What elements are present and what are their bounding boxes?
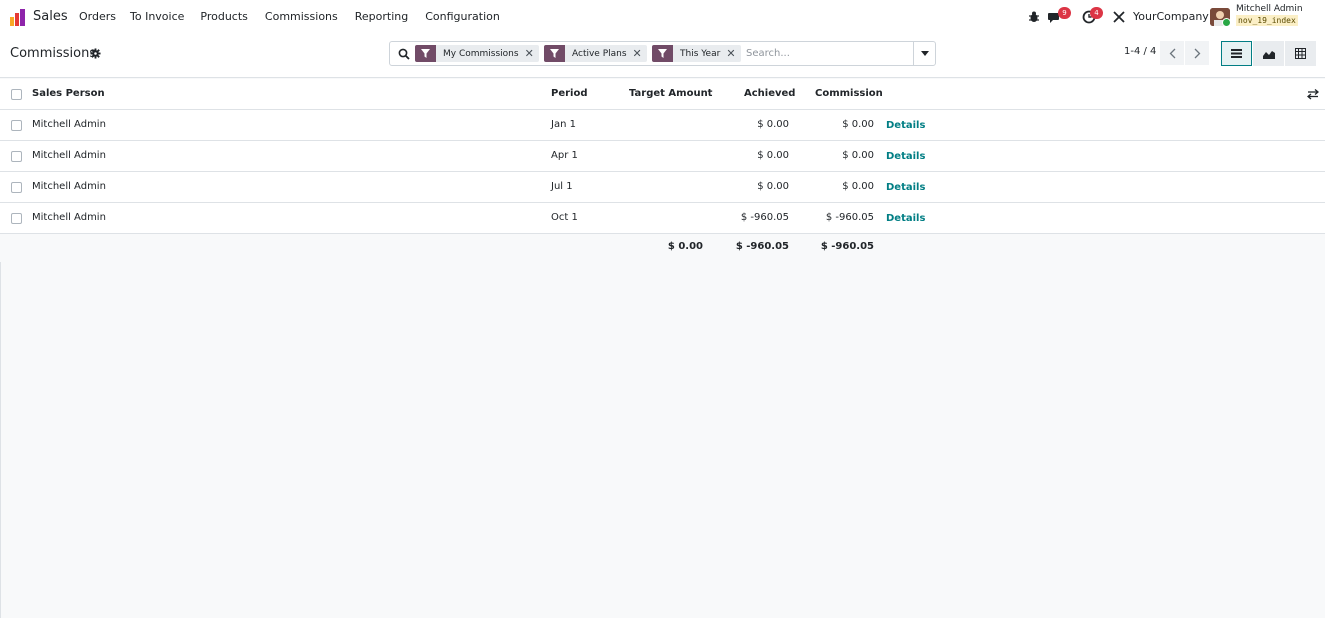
filter-icon: [544, 45, 565, 62]
activities-badge: 4: [1090, 7, 1103, 19]
table-totals-row: $ 0.00 $ -960.05 $ -960.05: [0, 234, 1325, 261]
cell-period: Jul 1: [551, 181, 573, 192]
cell-sales-person: Mitchell Admin: [32, 212, 106, 223]
main-menu: Orders To Invoice Products Commissions R…: [79, 10, 500, 23]
cell-achieved: $ 0.00: [757, 150, 789, 161]
cell-commission: $ 0.00: [842, 119, 874, 130]
column-header-sales-person[interactable]: Sales Person: [32, 88, 105, 99]
company-switcher[interactable]: YourCompany: [1133, 10, 1209, 23]
facet-remove-icon[interactable]: ✕: [525, 47, 539, 60]
list-icon: [1231, 49, 1242, 58]
facet-my-commissions: My Commissions ✕: [415, 45, 539, 62]
chevron-right-icon: [1194, 48, 1200, 58]
facet-label: My Commissions: [443, 48, 519, 59]
pager-previous-button[interactable]: [1160, 41, 1184, 65]
cell-achieved: $ 0.00: [757, 181, 789, 192]
page-title: Commissions: [10, 46, 97, 61]
facet-label: This Year: [680, 48, 721, 59]
facet-this-year: This Year ✕: [652, 45, 741, 62]
database-name: nov_19_index: [1236, 15, 1298, 26]
top-navbar: Sales Orders To Invoice Products Commiss…: [0, 0, 1325, 34]
pivot-view-button[interactable]: [1285, 41, 1316, 66]
user-name[interactable]: Mitchell Admin: [1236, 4, 1303, 14]
graph-view-button[interactable]: [1253, 41, 1284, 66]
column-header-commission[interactable]: Commission: [815, 88, 883, 99]
cell-achieved: $ 0.00: [757, 119, 789, 130]
optional-columns-icon[interactable]: [1307, 88, 1319, 100]
details-link[interactable]: Details: [886, 120, 925, 131]
facet-active-plans: Active Plans ✕: [544, 45, 647, 62]
messages-badge: 9: [1058, 7, 1071, 19]
app-name[interactable]: Sales: [33, 9, 68, 24]
column-header-achieved[interactable]: Achieved: [744, 88, 795, 99]
menu-configuration[interactable]: Configuration: [425, 10, 500, 23]
menu-commissions[interactable]: Commissions: [265, 10, 338, 23]
cell-achieved: $ -960.05: [740, 212, 789, 223]
total-achieved: $ -960.05: [735, 241, 789, 252]
tools-icon[interactable]: [1112, 10, 1126, 24]
filter-icon: [652, 45, 673, 62]
column-header-target-amount[interactable]: Target Amount: [629, 88, 712, 99]
select-all-checkbox[interactable]: [11, 89, 22, 100]
list-view-button[interactable]: [1221, 41, 1252, 66]
content-border: [0, 262, 1, 618]
row-checkbox[interactable]: [11, 213, 22, 224]
cell-commission: $ 0.00: [842, 181, 874, 192]
table-row[interactable]: Mitchell Admin Jul 1 $ 0.00 $ 0.00 Detai…: [0, 172, 1325, 203]
sales-app-icon[interactable]: [10, 9, 27, 26]
table-row[interactable]: Mitchell Admin Oct 1 $ -960.05 $ -960.05…: [0, 203, 1325, 234]
cell-commission: $ -960.05: [825, 212, 874, 223]
table-header: Sales Person Period Target Amount Achiev…: [0, 79, 1325, 110]
cell-period: Oct 1: [551, 212, 578, 223]
menu-orders[interactable]: Orders: [79, 10, 116, 23]
cell-sales-person: Mitchell Admin: [32, 150, 106, 161]
menu-products[interactable]: Products: [200, 10, 248, 23]
facet-label: Active Plans: [572, 48, 627, 59]
menu-to-invoice[interactable]: To Invoice: [130, 10, 184, 23]
details-link[interactable]: Details: [886, 151, 925, 162]
total-target-amount: $ 0.00: [667, 241, 703, 252]
cell-period: Apr 1: [551, 150, 578, 161]
control-panel: Commissions My Commissions ✕ Active Plan…: [0, 34, 1325, 78]
online-status-indicator: [1222, 18, 1231, 27]
details-link[interactable]: Details: [886, 182, 925, 193]
cell-sales-person: Mitchell Admin: [32, 119, 106, 130]
chevron-left-icon: [1169, 48, 1175, 58]
filter-icon: [415, 45, 436, 62]
search-icon: [398, 48, 410, 60]
table-row[interactable]: Mitchell Admin Apr 1 $ 0.00 $ 0.00 Detai…: [0, 141, 1325, 172]
row-checkbox[interactable]: [11, 120, 22, 131]
facet-remove-icon[interactable]: ✕: [633, 47, 647, 60]
cell-sales-person: Mitchell Admin: [32, 181, 106, 192]
table-row[interactable]: Mitchell Admin Jan 1 $ 0.00 $ 0.00 Detai…: [0, 110, 1325, 141]
area-chart-icon: [1262, 50, 1275, 59]
details-link[interactable]: Details: [886, 213, 925, 224]
search-input[interactable]: [746, 45, 906, 62]
pager-next-button[interactable]: [1185, 41, 1209, 65]
pager-value[interactable]: 1-4 / 4: [1124, 46, 1156, 57]
cell-period: Jan 1: [551, 119, 576, 130]
pivot-table-icon: [1295, 48, 1306, 59]
bug-icon[interactable]: [1027, 10, 1041, 24]
row-checkbox[interactable]: [11, 182, 22, 193]
search-bar[interactable]: My Commissions ✕ Active Plans ✕ This Yea…: [389, 41, 936, 66]
search-options-toggle[interactable]: [913, 42, 935, 65]
column-header-period[interactable]: Period: [551, 88, 588, 99]
cell-commission: $ 0.00: [842, 150, 874, 161]
menu-reporting[interactable]: Reporting: [355, 10, 408, 23]
facet-remove-icon[interactable]: ✕: [726, 47, 740, 60]
caret-down-icon: [920, 51, 929, 56]
row-checkbox[interactable]: [11, 151, 22, 162]
total-commission: $ -960.05: [820, 241, 874, 252]
gear-icon[interactable]: [90, 48, 101, 59]
commissions-table: Sales Person Period Target Amount Achiev…: [0, 79, 1325, 261]
